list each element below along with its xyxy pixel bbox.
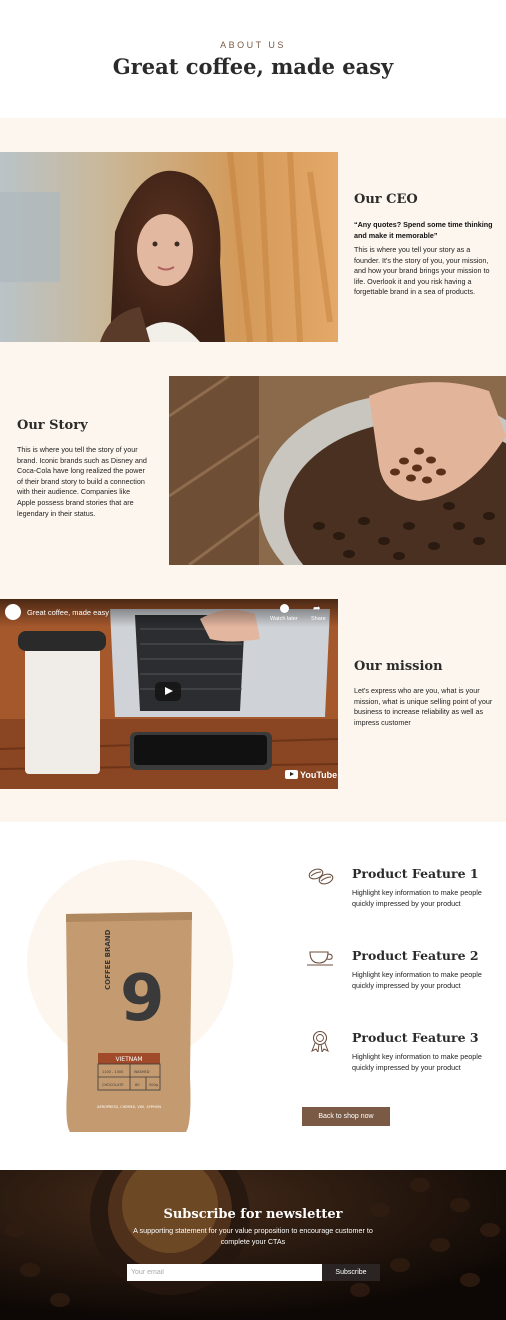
youtube-play-icon [285,770,298,779]
page-title: Great coffee, made easy [112,54,394,79]
back-to-shop-button[interactable]: Back to shop now [302,1107,390,1126]
feature-1-title: Product Feature 1 [352,866,479,881]
play-button[interactable] [155,682,181,701]
newsletter-body: A supporting statement for your value pr… [133,1226,373,1246]
bag-cell-5: 500g [149,1083,158,1087]
clock-icon[interactable] [280,604,289,613]
video-title[interactable]: Great coffee, made easy [27,608,109,617]
bag-cell-2: WASHED [134,1070,150,1074]
coffee-beans-photo [169,376,506,565]
youtube-logo-text: YouTube [300,770,338,780]
video-player[interactable]: Great coffee, made easy ➦ Watch later Sh… [0,599,338,789]
share-icon[interactable]: ➦ [313,604,321,613]
channel-avatar[interactable] [5,604,21,620]
feature-3-title: Product Feature 3 [352,1030,479,1045]
award-ribbon-icon [311,1030,329,1052]
mission-heading: Our mission [354,659,443,674]
feature-2-body: Highlight key information to make people… [352,970,482,990]
feature-3-body: Highlight key information to make people… [352,1052,482,1072]
section-eyebrow: ABOUT US [220,40,286,50]
newsletter-section: Subscribe for newsletter A supporting st… [0,1170,506,1320]
mission-text-block: Our mission Let's express who are you, w… [354,659,494,728]
mission-body: Let's express who are you, what is your … [354,686,493,727]
ceo-body: This is where you tell your story as a f… [354,245,490,297]
coffee-cup-icon [307,951,333,966]
bag-cell-1: 1100 - 1300 [102,1070,123,1074]
newsletter-heading: Subscribe for newsletter [163,1207,343,1222]
bag-cell-3: CHOCOLATE [102,1083,124,1087]
bag-origin: VIETNAM [115,1056,142,1063]
watch-later-label[interactable]: Watch later [270,616,298,622]
bag-cell-4: 80 [135,1083,139,1087]
ceo-heading: Our CEO [354,192,418,207]
subscribe-button[interactable]: Subscribe [322,1264,380,1281]
coffee-bag-image: COFFEE BRAND 9 VIETNAM 1100 - 1300 WASHE… [62,908,196,1139]
email-input[interactable] [127,1264,322,1281]
youtube-logo[interactable]: YouTube [285,770,337,780]
bag-footer-text: AEROPRESS, CHEMEX, V60, SYPHON [97,1105,161,1109]
story-heading: Our Story [17,418,88,433]
bag-brand-text: COFFEE BRAND [104,929,112,990]
ceo-photo [0,152,338,342]
share-label[interactable]: Share [311,616,326,622]
bag-number: 9 [120,962,165,1036]
story-text-block: Our Story This is where you tell the sto… [17,418,149,519]
ceo-quote: “Any quotes? Spend some time thinking an… [354,220,493,240]
feature-2-title: Product Feature 2 [352,948,479,963]
about-header: ABOUT US Great coffee, made easy [0,0,506,118]
story-body: This is where you tell the story of your… [17,445,147,518]
feature-1-body: Highlight key information to make people… [352,888,482,908]
coffee-beans-icon [308,868,334,885]
ceo-text-block: Our CEO “Any quotes? Spend some time thi… [354,192,494,298]
